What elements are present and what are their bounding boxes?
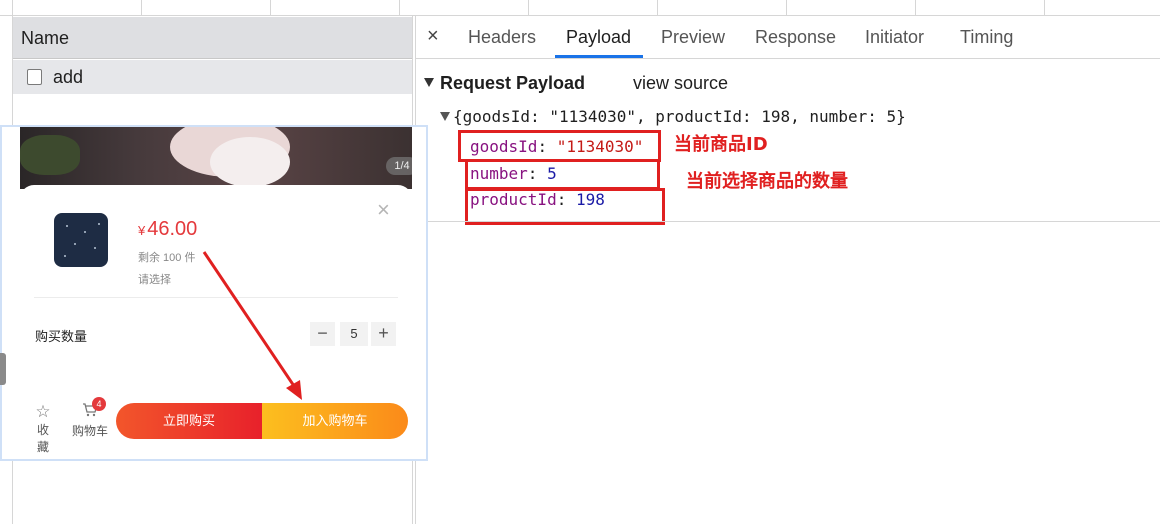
top-strip [0, 0, 1160, 16]
request-name: add [53, 67, 84, 87]
column-separator [786, 0, 787, 16]
tab-headers[interactable]: Headers [468, 27, 536, 48]
column-separator [141, 0, 142, 16]
annotation-quantity: 当前选择商品的数量 [686, 171, 848, 192]
annotation-goods-id: 当前商品ID [674, 134, 768, 155]
add-to-cart-button[interactable]: 加入购物车 [262, 403, 408, 439]
request-row-add[interactable]: add [13, 60, 412, 94]
cart-badge: 4 [92, 397, 106, 411]
cart-label: 购物车 [71, 424, 108, 438]
column-separator [657, 0, 658, 16]
request-payload-title: Request Payload [440, 73, 586, 93]
favorite-button[interactable]: ☆ 收藏 [32, 403, 54, 455]
highlight-box-number [465, 159, 660, 190]
image-pager: 1/4 [386, 157, 412, 175]
buy-now-button[interactable]: 立即购买 [116, 403, 262, 439]
payload-object-summary[interactable]: {goodsId: "1134030", productId: 198, num… [440, 107, 906, 126]
tab-payload[interactable]: Payload [566, 27, 631, 48]
name-column-header[interactable]: Name [13, 17, 412, 59]
payload-section-divider [416, 221, 1160, 222]
column-separator [399, 0, 400, 16]
divider [34, 297, 398, 298]
column-separator [915, 0, 916, 16]
currency-symbol: ¥ [138, 223, 146, 238]
details-tabbar: × Headers Payload Preview Response Initi… [416, 17, 1160, 59]
request-payload-toggle[interactable]: Request Payload [424, 73, 585, 94]
quantity-label: 购买数量 [35, 329, 88, 344]
view-source-link[interactable]: view source [633, 73, 728, 94]
triangle-down-icon [424, 78, 434, 87]
favorite-label: 收藏 [36, 423, 49, 454]
tab-preview[interactable]: Preview [661, 27, 725, 48]
price-value: 46.00 [147, 218, 198, 240]
close-icon[interactable]: × [427, 25, 439, 48]
close-icon[interactable]: × [377, 197, 390, 223]
increment-button[interactable]: + [371, 322, 396, 346]
quantity-value[interactable]: 5 [340, 322, 368, 346]
column-separator [528, 0, 529, 16]
tab-response[interactable]: Response [755, 27, 836, 48]
sku-sheet: × ¥46.00 剩余 100 件 请选择 购买数量 − 5 + ☆ 收藏 4 … [20, 185, 412, 454]
triangle-down-icon [440, 112, 450, 121]
column-separator [270, 0, 271, 16]
tab-initiator[interactable]: Initiator [865, 27, 924, 48]
star-icon: ☆ [35, 402, 51, 421]
product-price: ¥46.00 [138, 218, 197, 241]
highlight-box-productId [465, 188, 665, 225]
resize-handle[interactable] [0, 353, 6, 385]
highlight-box-goodsId [458, 130, 661, 162]
choose-spec-text[interactable]: 请选择 [138, 271, 171, 287]
request-checkbox[interactable] [27, 69, 42, 85]
product-image: 1/4 [20, 127, 412, 189]
column-separator [12, 0, 13, 16]
tab-timing[interactable]: Timing [960, 27, 1013, 48]
column-separator [1044, 0, 1045, 16]
stock-text: 剩余 100 件 [138, 252, 196, 264]
product-thumbnail [54, 213, 108, 267]
mobile-preview: 1/4 × ¥46.00 剩余 100 件 请选择 购买数量 − 5 + ☆ 收… [0, 125, 428, 461]
object-summary-text: {goodsId: "1134030", productId: 198, num… [453, 107, 906, 126]
cart-button[interactable]: 4 购物车 [70, 397, 110, 439]
active-tab-indicator [555, 55, 643, 58]
decrement-button[interactable]: − [310, 322, 335, 346]
